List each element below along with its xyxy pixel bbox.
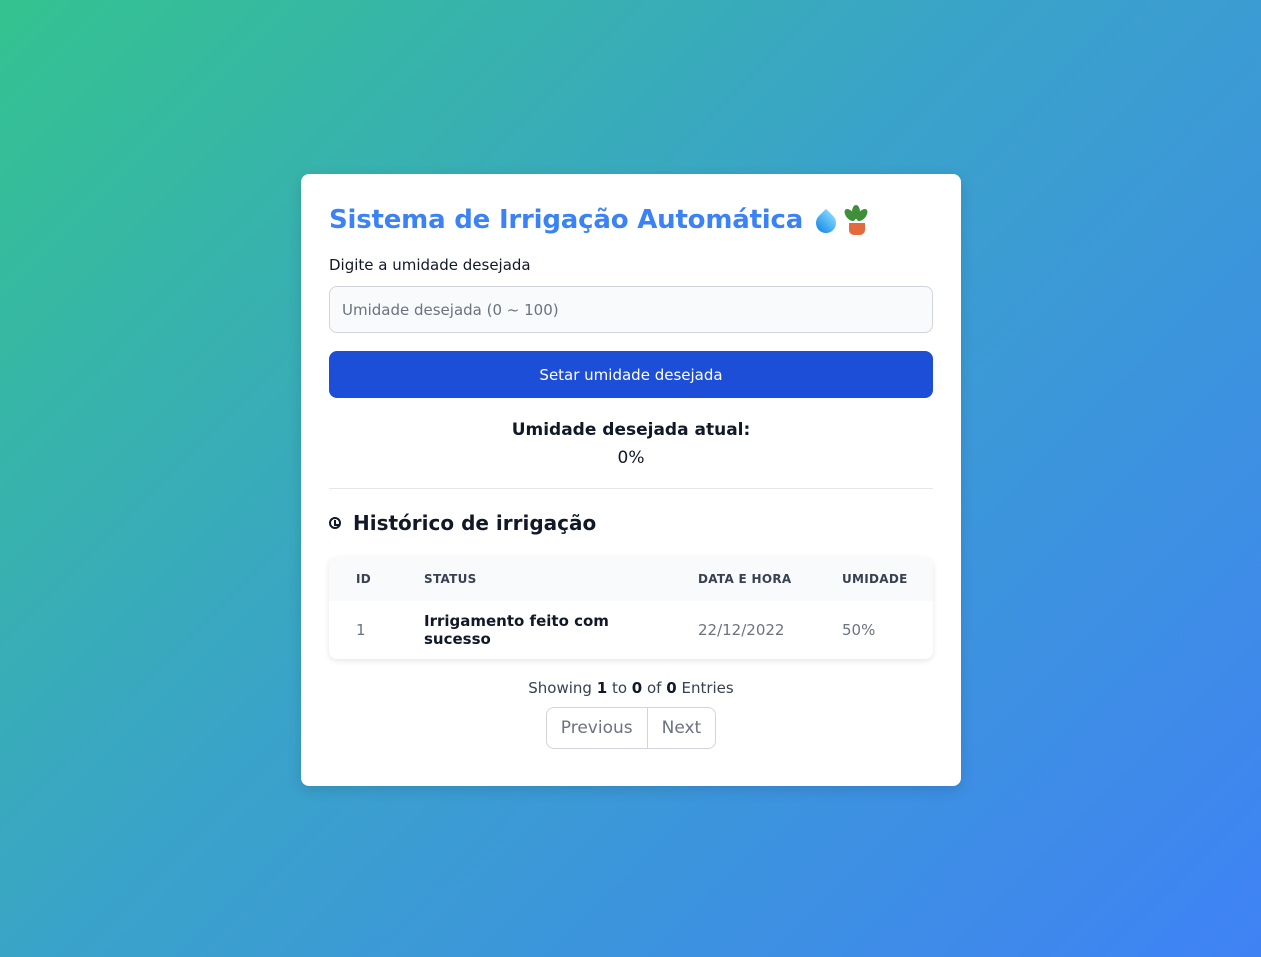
pagination: Previous Next	[329, 707, 933, 749]
column-header-humidity: UMIDADE	[842, 572, 908, 586]
water-drop-icon	[811, 205, 841, 238]
previous-button[interactable]: Previous	[545, 707, 648, 749]
table-row: 1 Irrigamento feito com sucesso 22/12/20…	[329, 601, 933, 659]
showing-total: 0	[666, 679, 677, 697]
header: Sistema de Irrigação Automática	[329, 202, 933, 238]
showing-prefix: Showing	[528, 679, 592, 697]
humidity-label: Digite a umidade desejada	[329, 256, 531, 274]
showing-to: 0	[631, 679, 643, 697]
pagination-summary: Showing 1 to 0 of 0 Entries	[329, 679, 933, 697]
irrigation-card: Sistema de Irrigação Automática Digite a…	[301, 174, 961, 786]
potted-plant-icon	[842, 205, 870, 235]
cell-date: 22/12/2022	[698, 621, 785, 639]
history-table: ID STATUS DATA E HORA UMIDADE 1 Irrigame…	[329, 557, 933, 659]
table-header-row: ID STATUS DATA E HORA UMIDADE	[329, 557, 933, 601]
next-button[interactable]: Next	[647, 707, 717, 749]
humidity-input[interactable]	[329, 286, 933, 333]
cell-humidity: 50%	[842, 621, 876, 639]
set-humidity-button[interactable]: Setar umidade desejada	[329, 351, 933, 398]
column-header-id: ID	[356, 572, 372, 586]
showing-from: 1	[596, 679, 608, 697]
current-humidity-title: Umidade desejada atual:	[511, 420, 751, 440]
history-title: Histórico de irrigação	[353, 511, 597, 535]
history-header: Histórico de irrigação	[329, 511, 933, 535]
showing-to-word: to	[611, 679, 627, 697]
cell-id: 1	[356, 621, 366, 639]
column-header-date: DATA E HORA	[698, 572, 792, 586]
column-header-status: STATUS	[424, 572, 477, 586]
history-clock-icon	[329, 517, 341, 529]
cell-status: Irrigamento feito com sucesso	[424, 612, 609, 648]
current-humidity-value: 0%	[617, 448, 645, 468]
page-title: Sistema de Irrigação Automática	[329, 205, 804, 235]
showing-of-word: of	[647, 679, 662, 697]
showing-entries-word: Entries	[681, 679, 734, 697]
divider	[329, 488, 933, 489]
